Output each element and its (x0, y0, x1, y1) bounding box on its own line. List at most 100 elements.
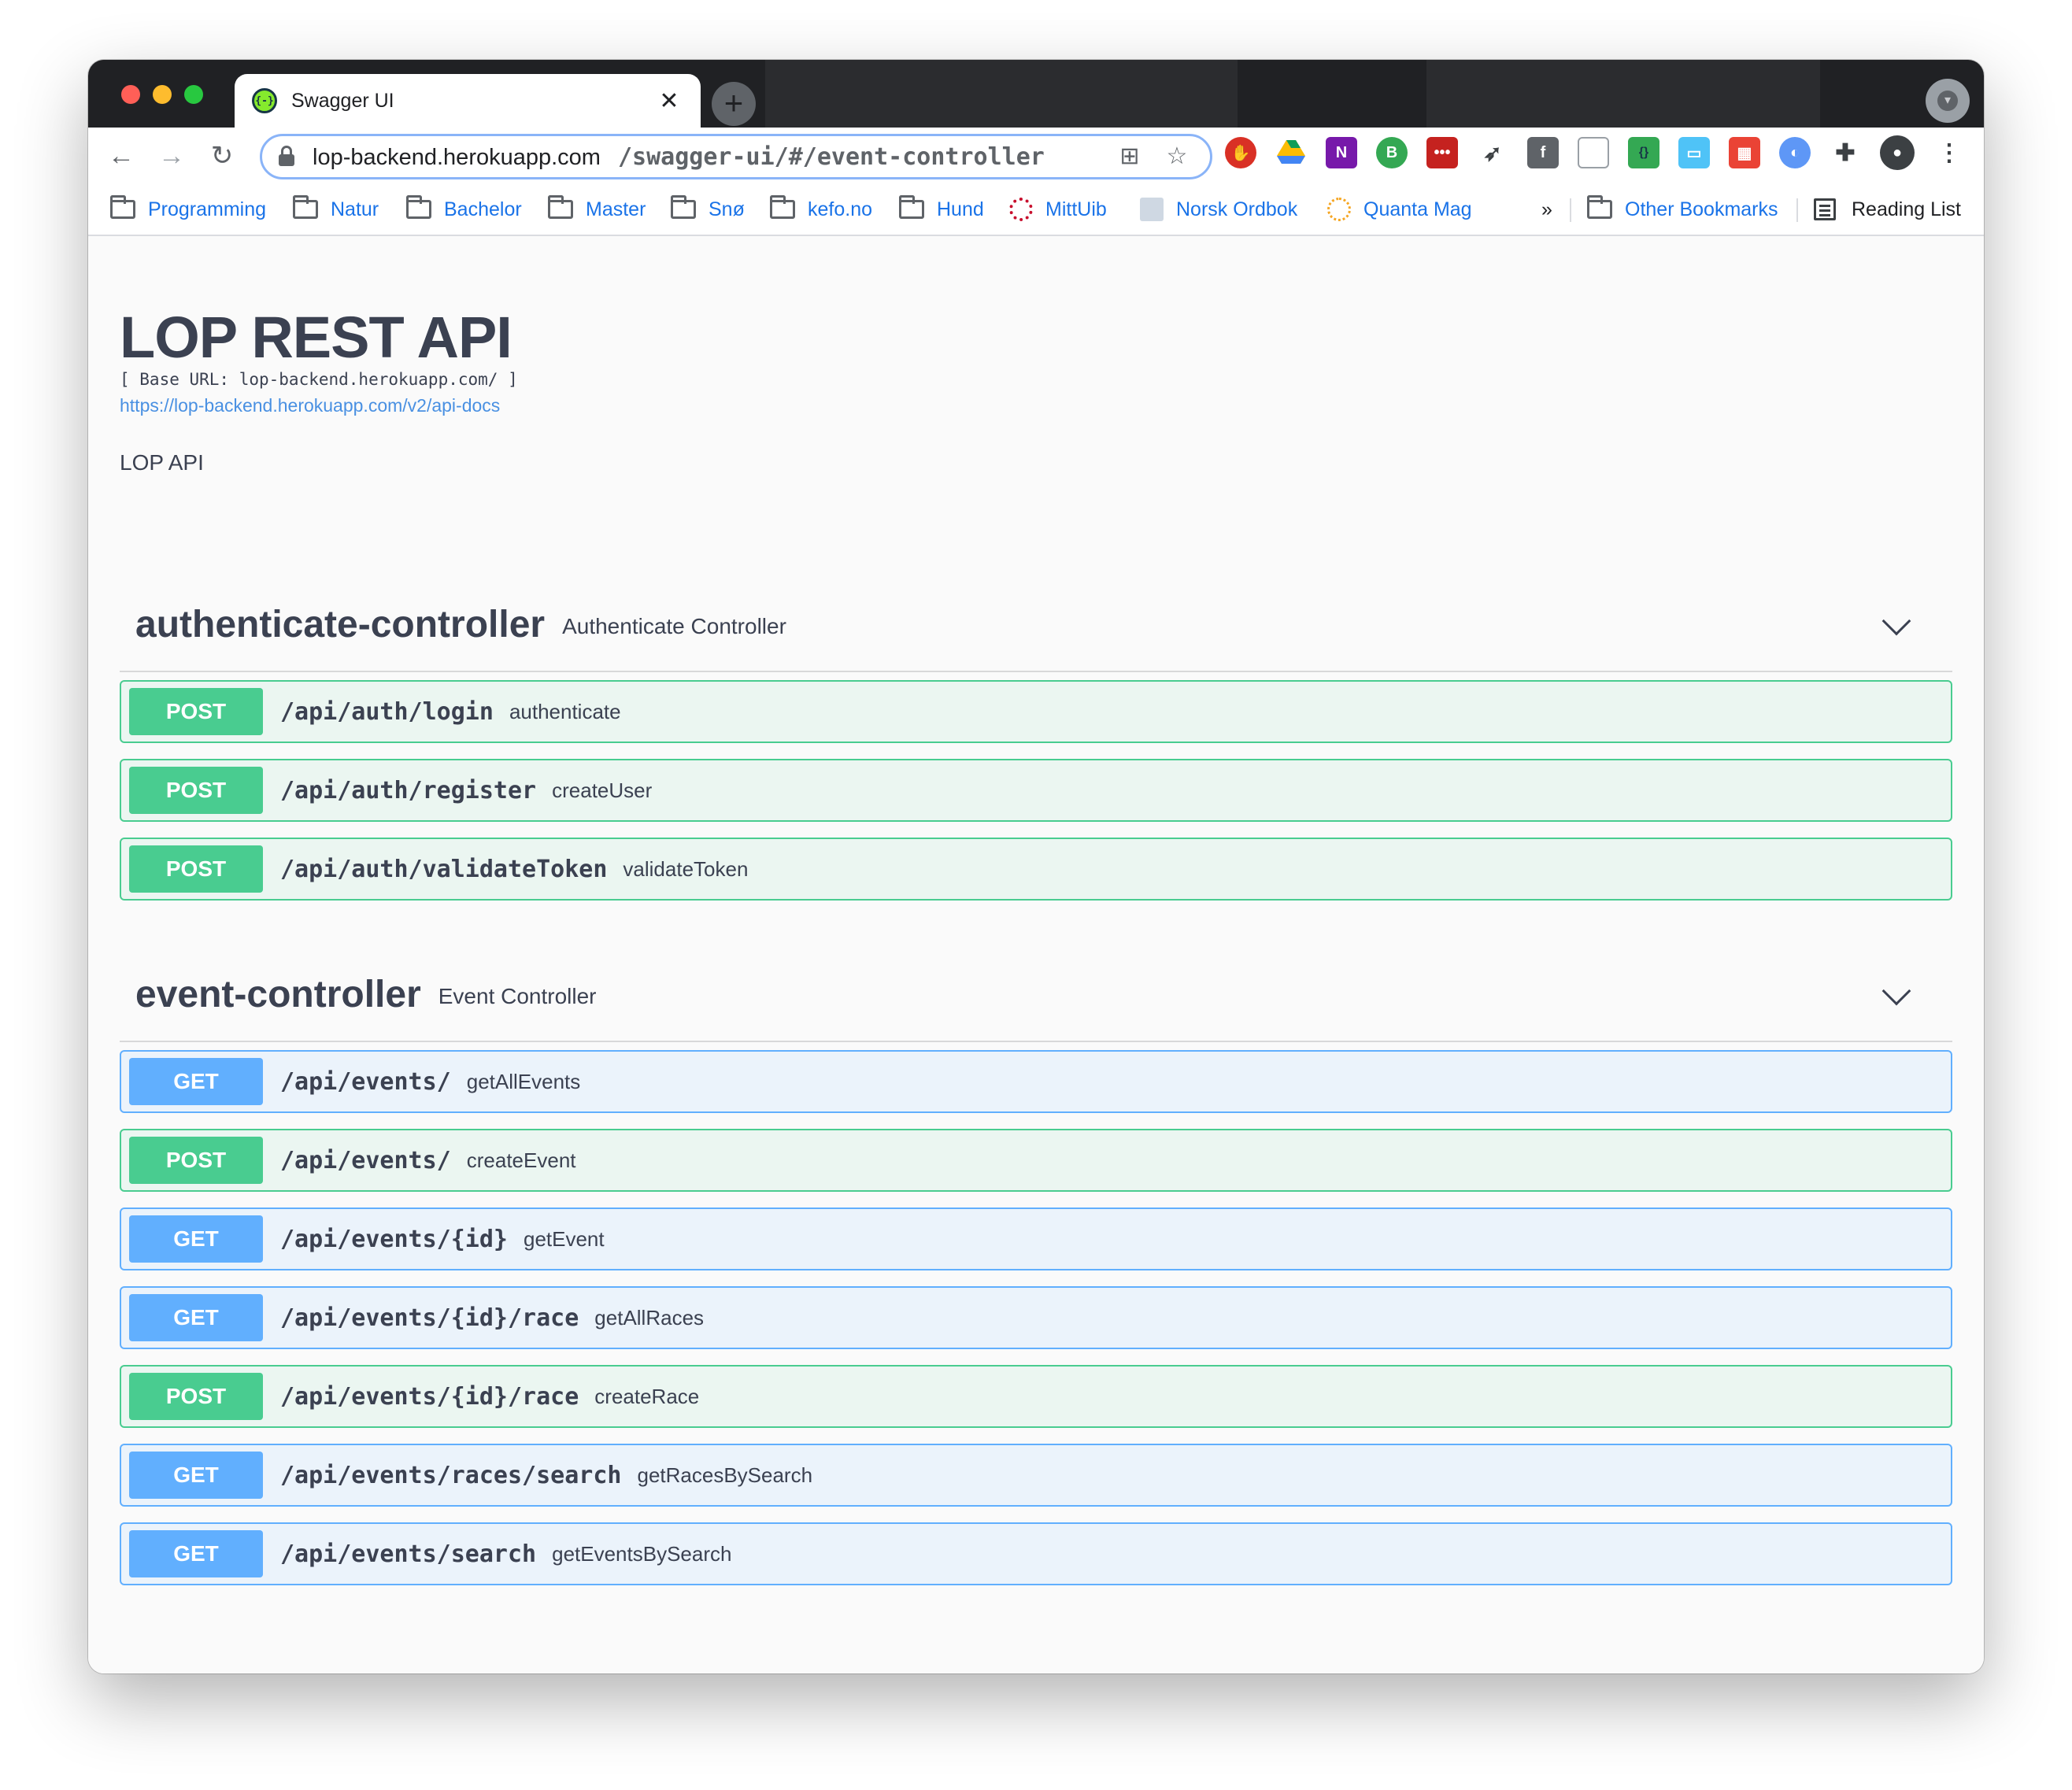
operation-summary: authenticate (509, 699, 621, 723)
section-authenticate-controller: authenticate-controller Authenticate Con… (120, 578, 1952, 916)
folder-icon (548, 195, 573, 219)
bookmark-natur[interactable]: Natur (293, 194, 379, 225)
color-picker-icon[interactable]: ▦ (1729, 137, 1760, 168)
rocket-icon[interactable]: ➶ (1477, 137, 1508, 168)
url-host: lop-backend.herokuapp.com (313, 144, 601, 170)
back-button[interactable]: ← (101, 135, 142, 176)
section-event-controller: event-controller Event Controller GET /a… (120, 948, 1952, 1601)
new-tab-button[interactable]: + (712, 82, 756, 126)
qr-code-icon[interactable]: ⊞ (1112, 139, 1147, 174)
operation-path: /api/events/search (280, 1540, 537, 1568)
operation-post-auth-login[interactable]: POST /api/auth/login authenticate (120, 680, 1952, 743)
url-text[interactable]: lop-backend.herokuapp.com/swagger-ui/#/e… (313, 143, 1100, 171)
other-bookmarks-label: Other Bookmarks (1625, 198, 1778, 220)
reading-list[interactable]: Reading List (1814, 194, 1961, 225)
operation-summary: getAllEvents (466, 1069, 581, 1093)
bookmark-label: kefo.no (808, 198, 873, 220)
mittuib-icon (1009, 198, 1033, 221)
browser-window: {-} Swagger UI ✕ + ▾ ← → ↻ lop-backend.h… (88, 60, 1984, 1674)
bookmark-sno[interactable]: Snø (671, 194, 745, 225)
operation-post-auth-register[interactable]: POST /api/auth/register createUser (120, 759, 1952, 822)
bookmark-bachelor[interactable]: Bachelor (406, 194, 522, 225)
tab-search-button[interactable]: ▾ (1926, 79, 1970, 123)
close-window-button[interactable] (121, 85, 140, 104)
more-menu-icon[interactable]: ⋮ (1933, 137, 1965, 168)
json-extension-icon[interactable]: {} (1628, 137, 1659, 168)
maximize-window-button[interactable] (184, 85, 203, 104)
password-extension-icon[interactable]: ••• (1426, 137, 1458, 168)
facebook-icon[interactable]: f (1527, 137, 1559, 168)
operation-summary: getEventsBySearch (552, 1541, 732, 1566)
operation-post-events[interactable]: POST /api/events/ createEvent (120, 1129, 1952, 1192)
operation-get-races-search[interactable]: GET /api/events/races/search getRacesByS… (120, 1444, 1952, 1507)
close-tab-icon[interactable]: ✕ (655, 87, 683, 115)
folder-icon (770, 195, 795, 219)
profile-avatar[interactable]: ● (1880, 135, 1915, 170)
section-description: Authenticate Controller (562, 614, 786, 638)
operation-get-event-races[interactable]: GET /api/events/{id}/race getAllRaces (120, 1286, 1952, 1349)
operation-path: /api/events/ (280, 1067, 451, 1096)
chevron-down-icon[interactable] (1881, 976, 1911, 1006)
operation-get-events-search[interactable]: GET /api/events/search getEventsBySearch (120, 1522, 1952, 1585)
api-docs-link[interactable]: https://lop-backend.herokuapp.com/v2/api… (120, 395, 500, 416)
operation-path: /api/events/ (280, 1146, 451, 1174)
bookmark-mittuib[interactable]: MittUib (1009, 194, 1107, 225)
method-badge: POST (129, 688, 263, 735)
document-icon[interactable] (1578, 137, 1609, 168)
operation-path: /api/events/{id} (280, 1225, 508, 1253)
minimize-window-button[interactable] (153, 85, 172, 104)
tab-strip: {-} Swagger UI ✕ + ▾ (88, 60, 1984, 128)
adblock-extension-icon[interactable]: ✋ (1225, 137, 1256, 168)
other-bookmarks[interactable]: Other Bookmarks (1587, 194, 1778, 225)
section-description: Event Controller (438, 984, 597, 1008)
folder-icon (671, 195, 696, 219)
extensions-row: ✋ N B ••• ➶ f {} ▭ ▦ ◐ ✚ ● ⋮ (1225, 135, 1984, 170)
section-header[interactable]: event-controller Event Controller (120, 948, 1952, 1042)
onenote-icon[interactable]: N (1326, 137, 1357, 168)
reload-button[interactable]: ↻ (202, 135, 242, 176)
bookmarks-overflow-button[interactable]: » (1541, 194, 1552, 225)
section-header[interactable]: authenticate-controller Authenticate Con… (120, 578, 1952, 672)
puzzle-piece-icon[interactable]: ✚ (1830, 137, 1861, 168)
operation-post-event-race[interactable]: POST /api/events/{id}/race createRace (120, 1365, 1952, 1428)
bookmark-label: Hund (937, 198, 984, 220)
bookmark-hund[interactable]: Hund (899, 194, 984, 225)
operation-summary: createEvent (466, 1148, 576, 1172)
section-name: authenticate-controller (135, 603, 546, 645)
bookmark-quanta-mag[interactable]: Quanta Mag (1327, 194, 1472, 225)
tab-swagger-ui[interactable]: {-} Swagger UI ✕ (235, 74, 701, 128)
method-badge: GET (129, 1452, 263, 1499)
forward-button[interactable]: → (151, 135, 192, 176)
bookmark-label: MittUib (1045, 198, 1107, 220)
google-drive-icon[interactable] (1275, 137, 1307, 168)
circle-extension-icon[interactable]: ◐ (1779, 137, 1811, 168)
operation-path: /api/auth/register (280, 776, 537, 804)
b-extension-icon[interactable]: B (1376, 137, 1408, 168)
operation-path: /api/events/{id}/race (280, 1382, 579, 1411)
address-bar[interactable]: lop-backend.herokuapp.com/swagger-ui/#/e… (260, 134, 1212, 179)
bookmarks-separator (1570, 198, 1571, 222)
operation-get-event-by-id[interactable]: GET /api/events/{id} getEvent (120, 1208, 1952, 1270)
bookmark-label: Norsk Ordbok (1176, 198, 1298, 220)
bookmarks-bar: Programming Natur Bachelor Master Snø ke… (88, 184, 1984, 236)
method-badge: POST (129, 1137, 263, 1184)
bookmark-master[interactable]: Master (548, 194, 646, 225)
operation-get-events[interactable]: GET /api/events/ getAllEvents (120, 1050, 1952, 1113)
url-path: /swagger-ui/#/event-controller (617, 142, 1045, 171)
bookmark-label: Snø (709, 198, 745, 220)
lock-icon[interactable] (278, 146, 295, 168)
reading-list-icon (1814, 198, 1836, 220)
chevron-down-icon[interactable] (1881, 606, 1911, 636)
operation-post-auth-validate-token[interactable]: POST /api/auth/validateToken validateTok… (120, 838, 1952, 901)
window-extension-icon[interactable]: ▭ (1678, 137, 1710, 168)
bookmark-programming[interactable]: Programming (110, 194, 266, 225)
operation-summary: validateToken (623, 856, 749, 881)
bookmark-norsk-ordbok[interactable]: Norsk Ordbok (1140, 194, 1297, 225)
method-badge: GET (129, 1294, 263, 1341)
swagger-favicon-icon: {-} (252, 88, 277, 113)
chevron-down-icon: ▾ (1937, 91, 1958, 111)
folder-icon (293, 195, 318, 219)
bookmark-star-icon[interactable]: ☆ (1160, 139, 1194, 174)
method-badge: POST (129, 767, 263, 814)
bookmark-kefo[interactable]: kefo.no (770, 194, 872, 225)
